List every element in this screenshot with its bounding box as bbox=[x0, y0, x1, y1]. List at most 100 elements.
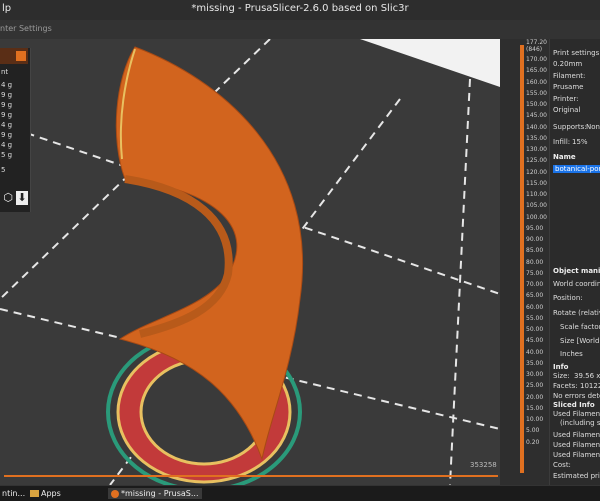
slider-tick: 25.00 bbox=[526, 382, 544, 390]
layer-slider-track[interactable] bbox=[520, 45, 524, 473]
slider-tick: 70.00 bbox=[526, 281, 544, 288]
dropdown-icon[interactable] bbox=[16, 51, 26, 61]
used-filament-mm: Used Filament (m bbox=[553, 451, 600, 459]
filament-profile-select[interactable]: Prusame bbox=[553, 83, 583, 91]
hslider-track[interactable] bbox=[4, 475, 498, 477]
slider-tick: 155.00 bbox=[526, 89, 547, 97]
taskbar-item-prusaslicer[interactable]: *missing - PrusaS... bbox=[108, 488, 202, 499]
title-bar: lp *missing - PrusaSlicer-2.6.0 based on… bbox=[0, 0, 600, 21]
inches-checkbox[interactable]: Inches bbox=[560, 350, 583, 358]
panel-header-text: nt bbox=[1, 68, 9, 76]
tab-printer-settings[interactable]: nter Settings bbox=[0, 24, 52, 33]
infill-label: Infill: bbox=[553, 138, 571, 146]
window-title: *missing - PrusaSlicer-2.6.0 based on Sl… bbox=[191, 3, 409, 14]
supports-label: Supports: bbox=[553, 123, 587, 131]
slider-tick: 15.00 bbox=[526, 404, 544, 412]
slider-tick: 5.00 bbox=[526, 427, 540, 435]
weight-row: 4 g bbox=[1, 121, 13, 129]
sliced-info-title: Sliced Info bbox=[553, 401, 595, 409]
preview-viewport[interactable]: nt 4 g 9 g 9 g 9 g 4 g 9 g 4 g 5 g 5 ⬡ ⬇… bbox=[0, 39, 500, 485]
infill-select[interactable]: 15% bbox=[572, 138, 588, 146]
size-info-label: Size: bbox=[553, 372, 570, 380]
errors-status: No errors detect bbox=[553, 392, 600, 400]
info-title: Info bbox=[553, 363, 569, 371]
slider-tick: 125.00 bbox=[526, 157, 547, 165]
slider-tick: 170.00 bbox=[526, 56, 547, 63]
slider-tick: 20.00 bbox=[526, 393, 544, 401]
preview-canvas[interactable] bbox=[0, 39, 500, 485]
weight-row: 9 g bbox=[1, 101, 13, 109]
slider-tick: 40.00 bbox=[526, 348, 544, 356]
cost-label: Cost: bbox=[553, 461, 571, 469]
object-list-item[interactable]: botanical-port bbox=[553, 165, 600, 173]
slider-top-value: 177.20 bbox=[526, 39, 547, 46]
taskbar-item-apps[interactable]: Apps bbox=[30, 488, 61, 499]
used-filament-mm3: Used Filament (m bbox=[553, 441, 600, 449]
slider-tick: 120.00 bbox=[526, 168, 547, 176]
slider-tick: 75.00 bbox=[526, 269, 544, 277]
slider-tick: 100.00 bbox=[526, 213, 547, 221]
slider-tick: 35.00 bbox=[526, 359, 544, 367]
slider-tick: 45.00 bbox=[526, 337, 544, 345]
weight-row: 9 g bbox=[1, 91, 13, 99]
size-world-label: Size [World]: bbox=[560, 337, 600, 345]
printer-profile-select[interactable]: Original bbox=[553, 106, 580, 114]
supports-select[interactable]: None bbox=[586, 123, 600, 131]
slider-tick: 10.00 bbox=[526, 416, 544, 423]
print-settings-label: Print settings: bbox=[553, 49, 600, 57]
slider-tick: 135.00 bbox=[526, 134, 547, 142]
slider-tick: 85.00 bbox=[526, 247, 544, 255]
panel-footer: 5 bbox=[1, 166, 6, 174]
slider-tick: 160.00 bbox=[526, 78, 547, 86]
prusaslicer-icon bbox=[111, 489, 119, 498]
name-column-header: Name bbox=[553, 153, 576, 161]
print-profile-select[interactable]: 0.20mm bbox=[553, 60, 582, 68]
taskbar-apps-label: Apps bbox=[41, 489, 61, 498]
export-icon[interactable]: ⬇ bbox=[16, 191, 28, 205]
slider-tick: 65.00 bbox=[526, 292, 544, 300]
filament-label: Filament: bbox=[553, 72, 586, 80]
facets-label: Facets: bbox=[553, 382, 578, 390]
slider-tick: 145.00 bbox=[526, 112, 547, 120]
slider-top-sub: (846) bbox=[526, 46, 543, 53]
taskbar-prusaslicer-label: *missing - PrusaS... bbox=[121, 489, 199, 498]
weight-row: 5 g bbox=[1, 151, 13, 159]
estimated-time-label: Estimated printin bbox=[553, 472, 600, 480]
slider-tick: 95.00 bbox=[526, 224, 544, 232]
weight-row: 9 g bbox=[1, 111, 13, 119]
slider-tick: 130.00 bbox=[526, 146, 547, 153]
slider-tick: 0.20 bbox=[526, 438, 540, 446]
including-spool: (including spo bbox=[560, 419, 600, 427]
layer-slider[interactable]: 177.20 (846) 170.00 165.00 160.00 155.00 150… bbox=[500, 39, 549, 485]
slider-tick: 105.00 bbox=[526, 202, 547, 210]
tab-bar: nter Settings bbox=[0, 20, 600, 40]
slider-tick: 55.00 bbox=[526, 314, 544, 322]
slider-tick: 80.00 bbox=[526, 258, 544, 266]
weight-row: 9 g bbox=[1, 131, 13, 139]
facets-value: 101222 bbox=[580, 382, 600, 390]
object-manipulation-title: Object manipula bbox=[553, 267, 600, 275]
position-label: Position: bbox=[553, 294, 583, 302]
slider-tick: 115.00 bbox=[526, 179, 547, 187]
taskbar: ntin... Apps *missing - PrusaS... bbox=[0, 485, 600, 501]
slider-tick: 30.00 bbox=[526, 371, 544, 378]
weight-row: 4 g bbox=[1, 81, 13, 89]
object-list-panel: nt 4 g 9 g 9 g 9 g 4 g 9 g 4 g 5 g 5 bbox=[0, 48, 31, 212]
horizontal-slider[interactable]: 353258 bbox=[0, 461, 500, 485]
taskbar-item-terminal[interactable]: ntin... bbox=[2, 488, 25, 499]
weight-row: 4 g bbox=[1, 141, 13, 149]
cube-icon[interactable]: ⬡ bbox=[2, 191, 14, 205]
slider-tick: 110.00 bbox=[526, 191, 547, 198]
view-toolbar: ⬡ ⬇ bbox=[0, 189, 30, 209]
printer-label: Printer: bbox=[553, 95, 579, 103]
filament-header[interactable] bbox=[0, 48, 28, 64]
slider-tick: 165.00 bbox=[526, 67, 547, 75]
used-filament-m: Used Filament (m bbox=[553, 431, 600, 439]
slider-tick: 60.00 bbox=[526, 303, 544, 311]
size-info-value: 39.56 x bbox=[574, 372, 600, 380]
scale-factors-label: Scale factors bbox=[560, 323, 600, 331]
hslider-value: 353258 bbox=[470, 461, 497, 469]
slider-tick: 50.00 bbox=[526, 326, 544, 333]
coordinate-system-select[interactable]: World coordina bbox=[553, 280, 600, 288]
used-filament-g: Used Filament (g) bbox=[553, 410, 600, 418]
